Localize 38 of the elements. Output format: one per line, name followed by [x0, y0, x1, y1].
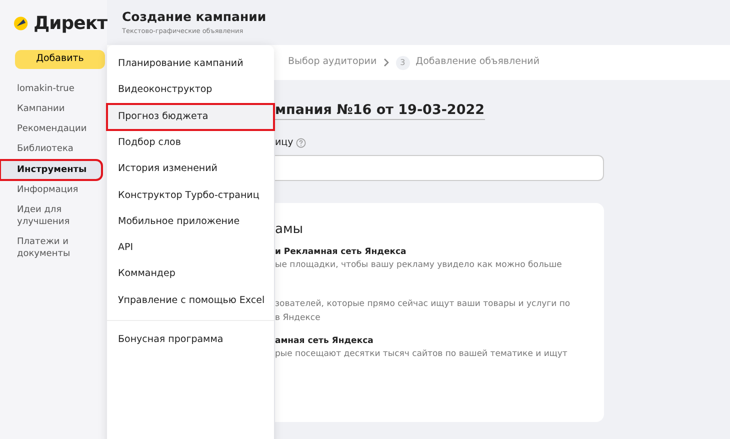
step-label[interactable]: Выбор аудитории: [288, 55, 377, 70]
sidebar-item[interactable]: Библиотека: [0, 139, 102, 160]
option-description: рые посещают десятки тысяч сайтов по вашей тематике и ищут: [275, 348, 568, 362]
logo-icon: [14, 14, 28, 32]
field-label: ицу: [275, 136, 294, 150]
step-label[interactable]: Добавление объявлений: [416, 55, 540, 70]
help-icon[interactable]: [296, 138, 306, 148]
step-number: 3: [396, 56, 410, 70]
menu-item[interactable]: Бонусная программа: [107, 326, 274, 354]
campaign-name[interactable]: мпания №16 от 19-03-2022: [275, 102, 485, 120]
menu-item[interactable]: Видеоконструктор: [107, 77, 274, 104]
sidebar-item[interactable]: lomakin-true: [0, 79, 102, 100]
menu-item[interactable]: API: [107, 235, 274, 262]
sidebar-item[interactable]: Платежи и документы: [0, 232, 102, 264]
logo-text: Директ: [34, 12, 107, 36]
sidebar-item[interactable]: Инструменты: [0, 160, 102, 180]
menu-item[interactable]: Планирование кампаний: [107, 51, 274, 78]
input-field[interactable]: [275, 155, 604, 182]
sidebar-item[interactable]: Рекомендации: [0, 119, 102, 140]
page-title: Создание кампании: [122, 8, 268, 26]
menu-item[interactable]: Подбор слов: [107, 130, 274, 156]
menu-item[interactable]: Управление с помощью Excel: [107, 288, 274, 314]
option-description: ые площадки, чтобы вашу рекламу увидело как можно больше: [275, 258, 563, 272]
add-button[interactable]: Добавить: [15, 50, 105, 69]
option-title: и Рекламная сеть Яндекса: [275, 246, 408, 258]
menu-item[interactable]: Мобильное приложение: [107, 208, 274, 236]
option-title: амная сеть Яндекса: [275, 335, 374, 348]
menu-item[interactable]: Прогноз бюджета: [107, 104, 274, 130]
menu-item[interactable]: Конструктор Турбо-страниц: [107, 182, 274, 209]
sidebar-item[interactable]: Кампании: [0, 99, 102, 120]
sidebar-item[interactable]: Идеи для улучшения: [0, 200, 102, 232]
menu-item[interactable]: Коммандер: [107, 261, 274, 288]
menu-item[interactable]: История изменений: [107, 156, 274, 182]
card-title: амы: [275, 221, 304, 240]
option-description: в Яндексе: [275, 312, 322, 325]
chevron-icon: [382, 58, 390, 67]
option-description: зователей, которые прямо сейчас ищут ваши товары и услуги по: [275, 298, 572, 312]
sidebar-item[interactable]: Информация: [0, 180, 102, 200]
